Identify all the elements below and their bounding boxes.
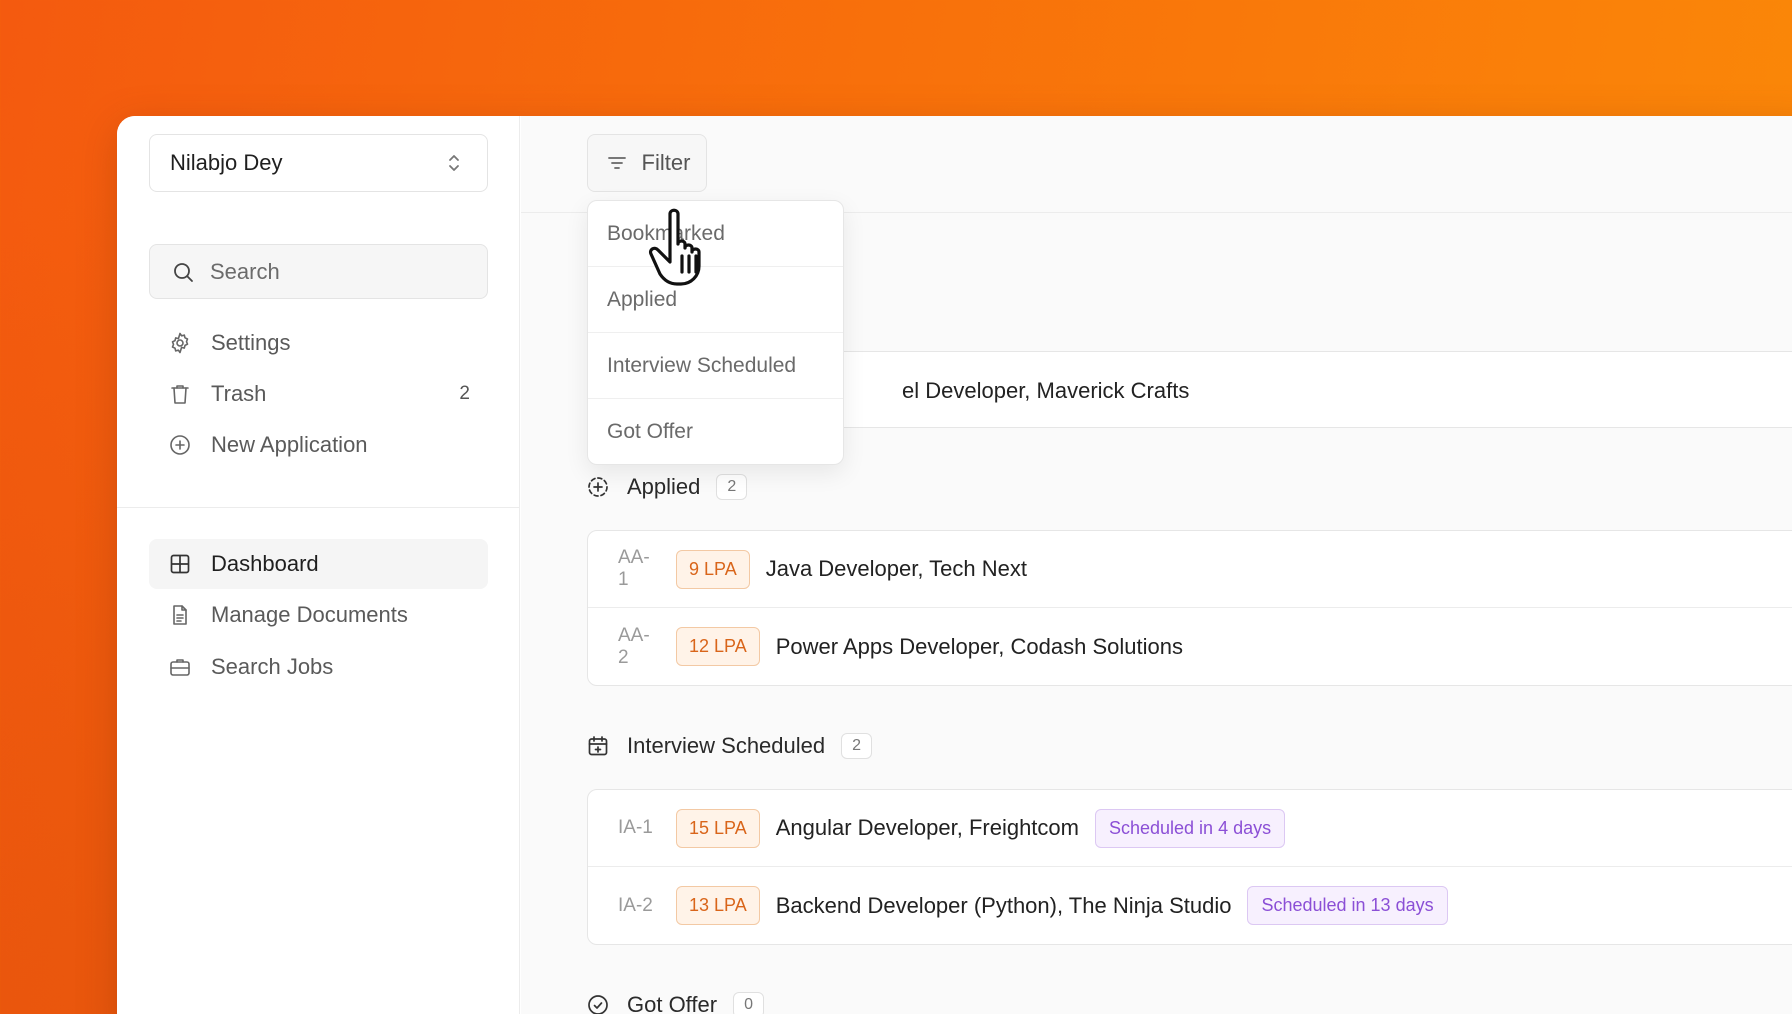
user-switcher[interactable]: Nilabjo Dey <box>149 134 488 192</box>
row-id: IA-1 <box>618 817 653 838</box>
sidebar-item-label: Search Jobs <box>211 654 334 679</box>
section-title: Applied <box>627 474 701 499</box>
row-id: IA-2 <box>618 894 653 916</box>
job-title: Java Developer, Tech Next <box>765 556 1027 581</box>
section-applied-header: Applied 2 <box>585 474 748 500</box>
sidebar-item-trash[interactable]: Trash 2 <box>149 369 488 419</box>
filter-label: Filter <box>641 150 691 175</box>
sidebar-item-label: Settings <box>211 330 291 355</box>
job-title: Power Apps Developer, Codash Solutions <box>775 633 1183 659</box>
schedule-badge: Scheduled in 13 days <box>1247 886 1448 925</box>
salary-badge: 12 LPA <box>676 627 760 666</box>
sidebar-item-label: Manage Documents <box>211 602 408 627</box>
sidebar-item-label: Dashboard <box>211 551 319 576</box>
section-count: 0 <box>733 992 764 1014</box>
search-placeholder: Search <box>210 258 280 284</box>
sidebar-divider <box>117 507 520 508</box>
section-offer-header: Got Offer 0 <box>585 992 764 1014</box>
search-input[interactable]: Search <box>149 244 488 299</box>
applied-card: AA-1 9 LPA Java Developer, Tech Next AA-… <box>587 530 1792 686</box>
sidebar-item-search-jobs[interactable]: Search Jobs <box>149 642 488 692</box>
document-icon <box>167 602 193 628</box>
sidebar-item-label: Trash <box>211 381 267 406</box>
calendar-icon <box>585 733 611 759</box>
section-count: 2 <box>841 733 873 759</box>
hand-pointer-icon <box>648 206 722 293</box>
section-interview-header: Interview Scheduled 2 <box>585 733 873 759</box>
chevron-up-down-icon <box>441 150 467 176</box>
job-title: Angular Developer, Freightcom <box>775 815 1079 840</box>
job-title: el Developer, Maverick Crafts <box>902 377 1190 403</box>
app-window: Nilabjo Dey Search Settings Trash 2 New … <box>117 116 1792 1014</box>
table-row[interactable]: IA-1 15 LPA Angular Developer, Freightco… <box>588 790 1792 867</box>
row-id: AA-2 <box>618 624 650 668</box>
sidebar-item-settings[interactable]: Settings <box>149 318 488 368</box>
dashed-plus-circle-icon <box>585 474 611 500</box>
filter-button[interactable]: Filter <box>587 134 707 192</box>
user-name: Nilabjo Dey <box>170 150 283 175</box>
briefcase-icon <box>167 654 193 680</box>
table-row[interactable]: AA-1 9 LPA Java Developer, Tech Next <box>588 531 1792 608</box>
sidebar: Nilabjo Dey Search Settings Trash 2 New … <box>117 116 520 1014</box>
section-title: Interview Scheduled <box>627 733 826 758</box>
sidebar-item-manage-documents[interactable]: Manage Documents <box>149 590 488 640</box>
section-title: Got Offer <box>627 992 718 1014</box>
section-count: 2 <box>716 474 748 500</box>
trash-count: 2 <box>459 383 470 404</box>
filter-option-interview-scheduled[interactable]: Interview Scheduled <box>588 333 843 399</box>
toolbar: Filter <box>521 116 1792 213</box>
filter-lines-icon <box>604 150 630 176</box>
schedule-badge: Scheduled in 4 days <box>1094 808 1286 848</box>
sidebar-item-new-application[interactable]: New Application <box>149 420 488 470</box>
job-title: Backend Developer (Python), The Ninja St… <box>775 892 1232 918</box>
grid-icon <box>167 551 193 577</box>
check-circle-icon <box>585 992 611 1014</box>
interview-card: IA-1 15 LPA Angular Developer, Freightco… <box>587 789 1792 945</box>
trash-icon <box>167 381 193 407</box>
salary-badge: 13 LPA <box>676 886 760 925</box>
salary-badge: 15 LPA <box>676 808 760 848</box>
filter-option-got-offer[interactable]: Got Offer <box>588 399 843 464</box>
row-id: AA-1 <box>618 547 650 590</box>
table-row[interactable]: IA-2 13 LPA Backend Developer (Python), … <box>588 867 1792 944</box>
gear-icon <box>167 330 193 356</box>
sidebar-item-label: New Application <box>211 432 368 457</box>
plus-circle-icon <box>167 432 193 458</box>
sidebar-item-dashboard[interactable]: Dashboard <box>149 539 488 589</box>
salary-badge: 9 LPA <box>676 549 750 589</box>
search-icon <box>170 259 196 285</box>
table-row[interactable]: AA-2 12 LPA Power Apps Developer, Codash… <box>588 608 1792 685</box>
